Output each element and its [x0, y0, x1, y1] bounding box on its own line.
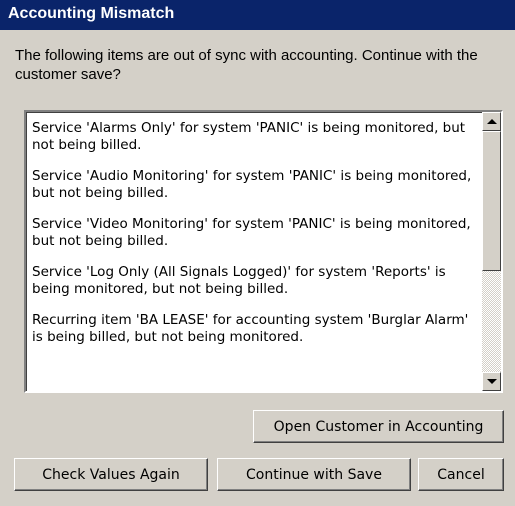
up-arrow-icon	[487, 119, 497, 124]
vertical-scrollbar[interactable]	[482, 112, 501, 391]
prompt-text: The following items are out of sync with…	[15, 47, 478, 83]
title-bar[interactable]: Accounting Mismatch	[0, 0, 515, 30]
mismatch-list-content: Service 'Alarms Only' for system 'PANIC'…	[32, 120, 476, 360]
scrollbar-thumb[interactable]	[482, 131, 501, 271]
mismatch-list[interactable]: Service 'Alarms Only' for system 'PANIC'…	[24, 110, 503, 393]
list-item[interactable]: Service 'Audio Monitoring' for system 'P…	[32, 168, 476, 202]
accounting-mismatch-dialog: Accounting Mismatch The following items …	[0, 0, 515, 506]
list-item[interactable]: Service 'Alarms Only' for system 'PANIC'…	[32, 120, 476, 154]
cancel-button[interactable]: Cancel	[418, 458, 504, 491]
list-item[interactable]: Service 'Video Monitoring' for system 'P…	[32, 216, 476, 250]
list-item[interactable]: Service 'Log Only (All Signals Logged)' …	[32, 264, 476, 298]
continue-with-save-button[interactable]: Continue with Save	[217, 458, 411, 491]
window-title: Accounting Mismatch	[8, 5, 175, 22]
check-values-again-button[interactable]: Check Values Again	[14, 458, 208, 491]
list-item[interactable]: Recurring item 'BA LEASE' for accounting…	[32, 312, 476, 346]
open-customer-in-accounting-button[interactable]: Open Customer in Accounting	[253, 410, 504, 443]
scroll-down-button[interactable]	[482, 372, 501, 391]
scroll-up-button[interactable]	[482, 112, 501, 131]
down-arrow-icon	[487, 379, 497, 384]
